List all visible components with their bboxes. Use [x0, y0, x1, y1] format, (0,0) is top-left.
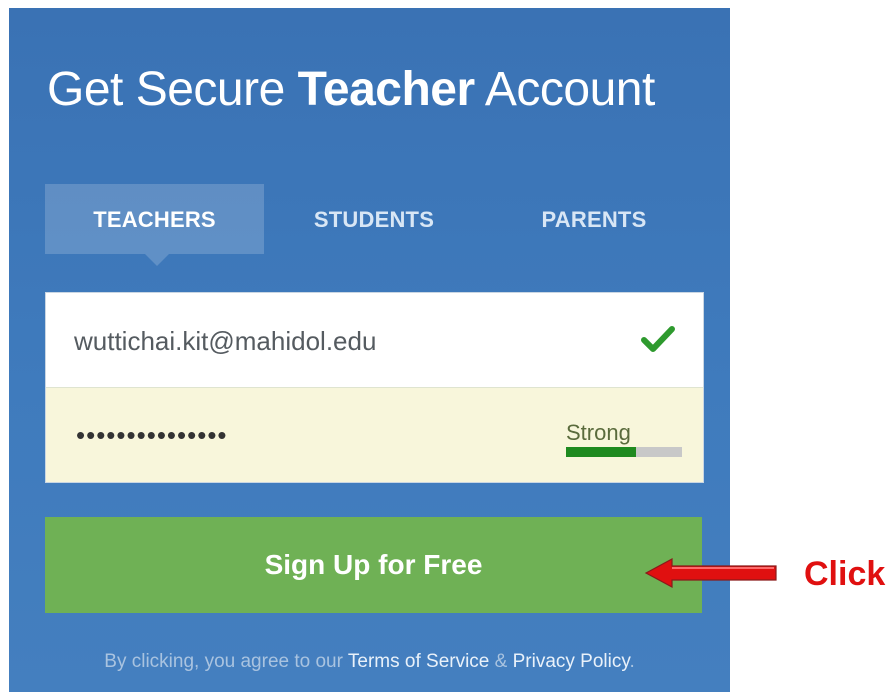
- title-emphasis: Teacher: [297, 63, 476, 116]
- title-suffix: Account: [474, 63, 655, 116]
- email-field[interactable]: wuttichai.kit@mahidol.edu: [46, 293, 703, 388]
- check-icon: [641, 326, 675, 352]
- password-strength-fill: [566, 447, 636, 457]
- signup-form: wuttichai.kit@mahidol.edu ••••••••••••••…: [45, 292, 704, 483]
- tab-teachers[interactable]: TEACHERS: [45, 184, 264, 266]
- tab-students[interactable]: STUDENTS: [274, 184, 474, 254]
- password-strength-bar: [566, 447, 682, 457]
- signup-button[interactable]: Sign Up for Free: [45, 517, 702, 613]
- terms-prefix: By clicking, you agree to our: [104, 651, 348, 672]
- terms-connector: &: [489, 651, 513, 672]
- tab-teachers-label: TEACHERS: [93, 207, 216, 232]
- terms-suffix: .: [629, 651, 635, 672]
- password-value[interactable]: •••••••••••••••: [76, 388, 228, 482]
- page-title: Get Secure Teacher Account: [47, 62, 655, 117]
- tab-parents[interactable]: PARENTS: [489, 184, 699, 254]
- privacy-policy-link[interactable]: Privacy Policy: [513, 651, 630, 672]
- terms-notice: By clicking, you agree to our Terms of S…: [9, 651, 730, 673]
- signup-panel: Get Secure Teacher Account TEACHERS STUD…: [9, 8, 730, 692]
- terms-of-service-link[interactable]: Terms of Service: [348, 651, 489, 672]
- tab-parents-label: PARENTS: [541, 207, 647, 232]
- tab-students-label: STUDENTS: [313, 207, 435, 232]
- password-strength-label: Strong: [566, 420, 631, 445]
- title-prefix: Get Secure: [47, 63, 298, 116]
- page: Get Secure Teacher Account TEACHERS STUD…: [0, 0, 891, 692]
- email-value[interactable]: wuttichai.kit@mahidol.edu: [74, 293, 376, 389]
- click-annotation: Click: [804, 555, 886, 593]
- left-arrow-icon: [644, 557, 777, 589]
